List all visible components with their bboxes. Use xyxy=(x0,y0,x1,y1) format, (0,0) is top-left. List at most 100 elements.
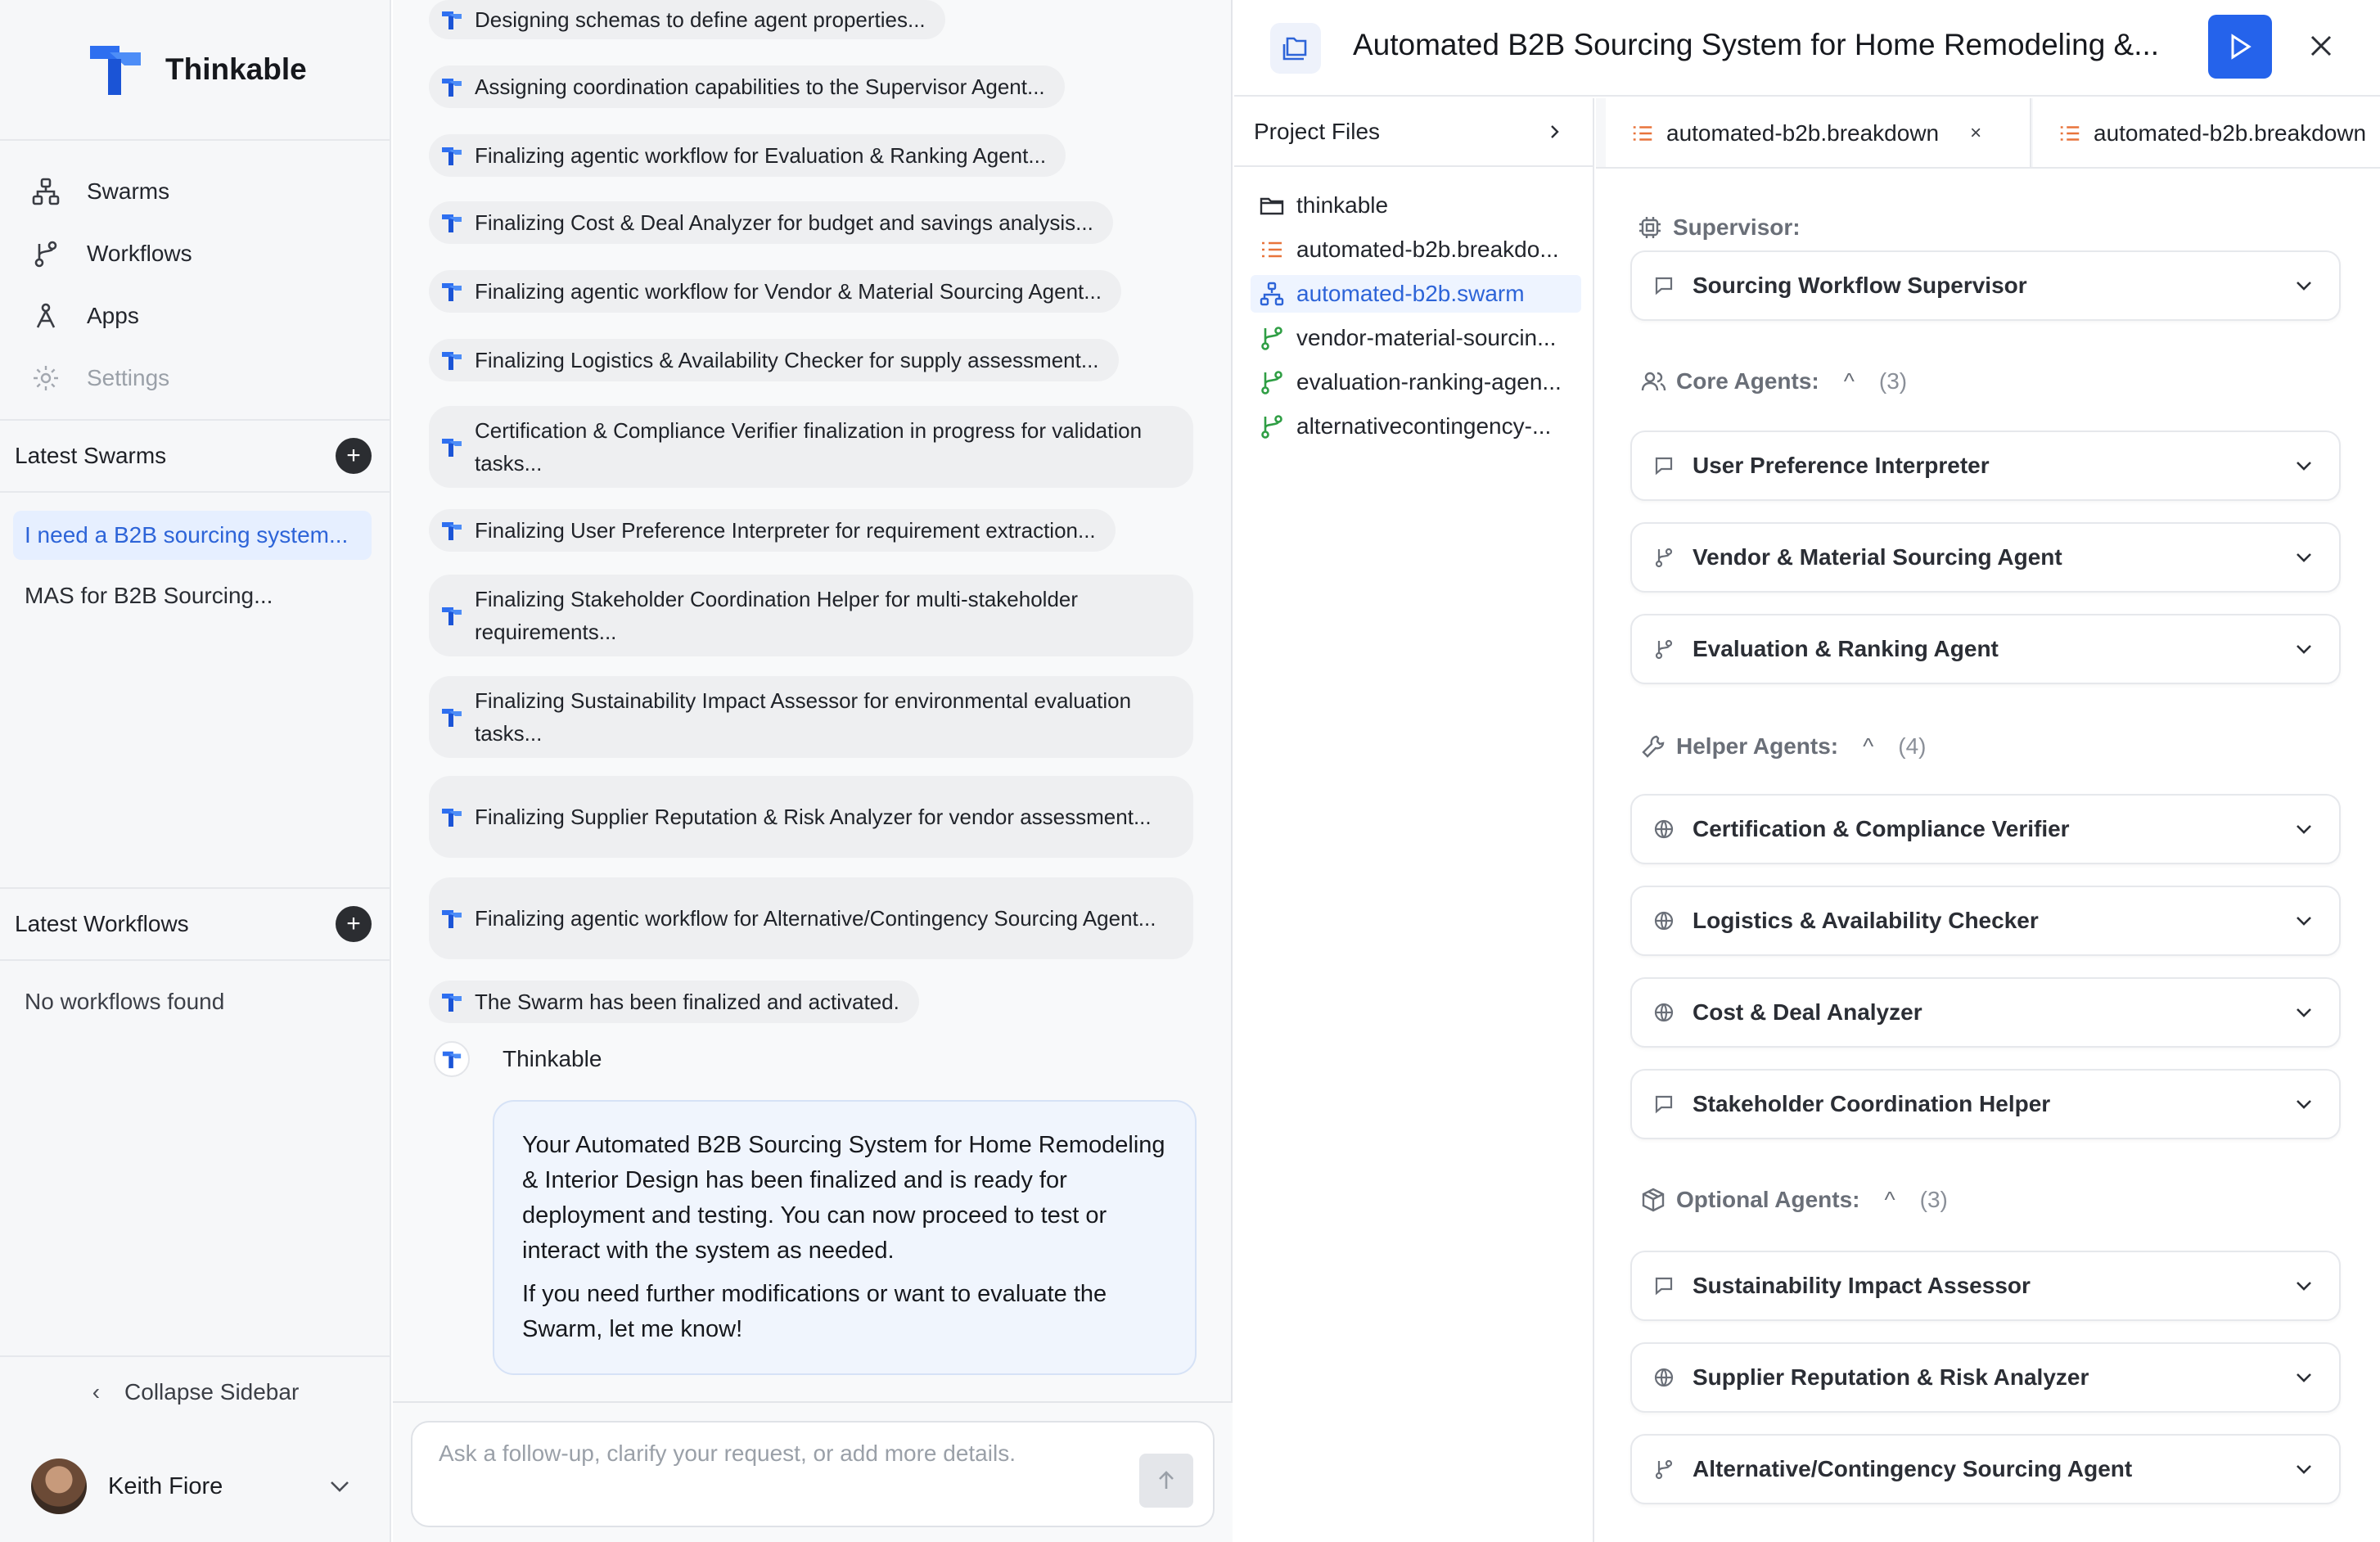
agent-card[interactable]: User Preference Interpreter xyxy=(1630,431,2341,501)
folders-icon xyxy=(1282,37,1307,61)
users-icon xyxy=(1641,372,1666,391)
brand[interactable]: Thinkable xyxy=(0,0,390,141)
run-button[interactable] xyxy=(2208,15,2272,79)
agent-card[interactable]: Evaluation & Ranking Agent xyxy=(1630,614,2341,684)
add-swarm-button[interactable]: + xyxy=(336,438,372,474)
agent-card[interactable]: Stakeholder Coordination Helper xyxy=(1630,1069,2341,1139)
globe-icon xyxy=(1654,819,1674,839)
progress-step-text: Certification & Compliance Verifier fina… xyxy=(475,418,1143,476)
agent-card[interactable]: Sustainability Impact Assessor xyxy=(1630,1251,2341,1321)
agent-card[interactable]: Alternative/Contingency Sourcing Agent xyxy=(1630,1434,2341,1504)
agent-name: Supplier Reputation & Risk Analyzer xyxy=(1693,1364,2089,1390)
project-files-header[interactable]: Project Files xyxy=(1234,98,1593,167)
app-name: Thinkable xyxy=(165,52,307,86)
nav-workflows[interactable]: Workflows xyxy=(0,223,390,285)
thinkable-mini-icon xyxy=(442,809,462,827)
collapse-sidebar-button[interactable]: ‹ Collapse Sidebar xyxy=(0,1355,391,1427)
tab-close-icon[interactable]: × xyxy=(1970,122,1981,145)
panel-title: Automated B2B Sourcing System for Home R… xyxy=(1353,28,2160,61)
nav-apps[interactable]: Apps xyxy=(0,285,390,347)
file-item[interactable]: automated-b2b.breakdo... xyxy=(1251,231,1581,268)
agent-name: Sourcing Workflow Supervisor xyxy=(1693,273,2027,298)
file-item[interactable]: alternativecontingency-... xyxy=(1251,408,1581,445)
core-agents-header[interactable]: Core Agents: ^ (3) xyxy=(1640,365,1907,398)
assistant-message-text: Your Automated B2B Sourcing System for H… xyxy=(522,1132,1165,1264)
apps-icon xyxy=(36,303,56,328)
latest-swarms-header: Latest Swarms + xyxy=(0,419,391,493)
optional-agents-title: Optional Agents: xyxy=(1676,1187,1860,1212)
agent-card-supervisor[interactable]: Sourcing Workflow Supervisor xyxy=(1630,250,2341,321)
agent-name: Certification & Compliance Verifier xyxy=(1693,816,2070,841)
helper-agents-title: Helper Agents: xyxy=(1676,733,1839,759)
file-item[interactable]: evaluation-ranking-agen... xyxy=(1251,363,1581,401)
progress-step: Assigning coordination capabilities to t… xyxy=(429,65,1065,108)
nav-swarms[interactable]: Swarms xyxy=(0,160,390,223)
thinkable-mini-icon xyxy=(442,283,462,301)
nav-settings[interactable]: Settings xyxy=(0,347,390,409)
gear-icon xyxy=(34,366,58,390)
agent-card[interactable]: Logistics & Availability Checker xyxy=(1630,886,2341,956)
progress-step-text: Finalizing Sustainability Impact Assesso… xyxy=(475,688,1132,746)
chevron-up-icon: ^ xyxy=(1884,1187,1895,1212)
wrench-icon xyxy=(1642,735,1665,758)
supervisor-header: Supervisor: xyxy=(1637,211,1801,244)
thinkable-mini-icon xyxy=(442,709,462,727)
globe-icon xyxy=(1654,1003,1674,1022)
close-panel-button[interactable] xyxy=(2303,28,2339,64)
list-icon xyxy=(2060,126,2080,141)
avatar xyxy=(31,1459,87,1514)
tab-breakdown-2[interactable]: automated-b2b.breakdown xyxy=(2033,98,2380,167)
message-input[interactable] xyxy=(439,1441,1143,1467)
project-files-toggle[interactable] xyxy=(1270,23,1321,74)
tab-breakdown[interactable]: automated-b2b.breakdown × xyxy=(1606,98,2031,167)
agent-card[interactable]: Supplier Reputation & Risk Analyzer xyxy=(1630,1342,2341,1413)
branch-icon xyxy=(1261,327,1282,350)
progress-step: Finalizing agentic workflow for Evaluati… xyxy=(429,134,1066,177)
agent-name: Sustainability Impact Assessor xyxy=(1693,1273,2031,1298)
main-nav: Swarms Workflows Apps Settings xyxy=(0,141,390,409)
nav-settings-label: Settings xyxy=(87,365,170,390)
helper-agents-count: (4) xyxy=(1898,733,1927,759)
file-item[interactable]: vendor-material-sourcin... xyxy=(1251,319,1581,357)
agent-card[interactable]: Certification & Compliance Verifier xyxy=(1630,794,2341,864)
file-name: alternativecontingency-... xyxy=(1296,413,1552,439)
thinkable-mini-icon xyxy=(442,352,462,370)
agent-name: Evaluation & Ranking Agent xyxy=(1693,636,1999,661)
agent-name: Vendor & Material Sourcing Agent xyxy=(1693,544,2062,570)
swarm-item-active[interactable]: I need a B2B sourcing system... xyxy=(13,511,372,560)
file-item-folder[interactable]: thinkable xyxy=(1251,187,1581,224)
chat-icon xyxy=(1655,277,1673,295)
bot-name: Thinkable xyxy=(503,1046,602,1071)
nav-apps-label: Apps xyxy=(87,303,139,328)
globe-icon xyxy=(1654,1368,1674,1387)
agent-card[interactable]: Cost & Deal Analyzer xyxy=(1630,977,2341,1048)
progress-step: Finalizing Stakeholder Coordination Help… xyxy=(429,575,1193,656)
latest-workflows-title: Latest Workflows xyxy=(15,911,189,936)
agent-card[interactable]: Vendor & Material Sourcing Agent xyxy=(1630,522,2341,593)
project-files-title: Project Files xyxy=(1254,119,1381,144)
file-name: thinkable xyxy=(1296,192,1389,218)
chevron-down-icon xyxy=(2297,282,2311,291)
add-workflow-button[interactable]: + xyxy=(336,906,372,942)
progress-step-text: Finalizing Logistics & Availability Chec… xyxy=(475,348,1099,372)
file-item-active[interactable]: automated-b2b.swarm xyxy=(1251,275,1581,313)
agent-name: Logistics & Availability Checker xyxy=(1693,908,2039,933)
chat-icon xyxy=(1655,457,1673,476)
tab-label: automated-b2b.breakdown xyxy=(1666,120,1940,146)
user-menu[interactable]: Keith Fiore xyxy=(0,1441,391,1532)
progress-step: Designing schemas to define agent proper… xyxy=(429,0,945,39)
progress-step-text: The Swarm has been finalized and activat… xyxy=(475,990,899,1014)
list-icon xyxy=(1633,126,1652,141)
chevron-down-icon xyxy=(2297,645,2311,654)
thinkable-mini-icon xyxy=(442,439,462,457)
branch-icon xyxy=(1655,639,1673,660)
swarm-icon xyxy=(1260,282,1284,306)
file-name: automated-b2b.breakdo... xyxy=(1296,237,1559,262)
chevron-down-icon xyxy=(2297,462,2311,471)
helper-agents-header[interactable]: Helper Agents: ^ (4) xyxy=(1640,730,1926,763)
optional-agents-header[interactable]: Optional Agents: ^ (3) xyxy=(1640,1184,1948,1216)
tab-label: automated-b2b.breakdown xyxy=(2094,120,2367,146)
progress-step-text: Finalizing agentic workflow for Evaluati… xyxy=(475,143,1047,168)
swarm-item[interactable]: MAS for B2B Sourcing... xyxy=(13,571,372,620)
send-button[interactable] xyxy=(1139,1454,1193,1508)
